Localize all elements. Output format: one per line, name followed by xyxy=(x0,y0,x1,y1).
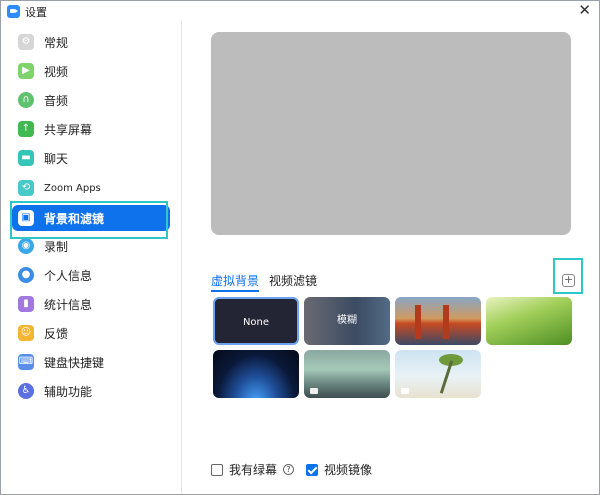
zoom-app-icon xyxy=(7,5,20,18)
settings-window: 设置 ✕ ⚙ 常规 ▶ 视频 ∩ 音频 ↑ 共享屏幕 ▬ 聊天 ⟲ Zoom A… xyxy=(0,0,600,495)
sidebar-item-share-screen[interactable]: ↑ 共享屏幕 xyxy=(12,116,170,142)
chat-icon: ▬ xyxy=(18,150,34,166)
background-beach[interactable] xyxy=(395,350,481,398)
background-bridge[interactable] xyxy=(395,297,481,345)
headphones-icon: ∩ xyxy=(18,92,34,108)
background-earth-space[interactable] xyxy=(213,350,299,398)
sidebar-item-label: 反馈 xyxy=(44,326,69,341)
sidebar-item-label: 音频 xyxy=(44,93,69,108)
keyboard-icon: ⌨ xyxy=(18,354,34,370)
sidebar-item-label: 视频 xyxy=(44,64,69,79)
tab-bar: 虚拟背景 视频滤镜 xyxy=(211,272,327,292)
sidebar-item-statistics[interactable]: ▮ 统计信息 xyxy=(12,291,170,317)
sidebar-item-accessibility[interactable]: ♿ 辅助功能 xyxy=(12,378,170,404)
background-blur[interactable]: 模糊 xyxy=(304,297,390,345)
video-preview xyxy=(211,32,571,235)
green-screen-label: 我有绿幕 xyxy=(229,463,278,477)
video-camera-icon xyxy=(401,388,409,394)
main-panel: 虚拟背景 视频滤镜 + None 模糊 我有绿幕 ? 视频镜像 xyxy=(183,21,599,494)
video-icon: ▶ xyxy=(18,63,34,79)
tab-video-filters[interactable]: 视频滤镜 xyxy=(269,272,317,292)
sidebar-item-label: Zoom Apps xyxy=(44,182,101,194)
share-screen-icon: ↑ xyxy=(18,121,34,137)
sidebar-item-label: 录制 xyxy=(44,239,69,254)
video-camera-icon xyxy=(310,388,318,394)
profile-icon: ● xyxy=(18,267,34,283)
add-background-button[interactable]: + xyxy=(562,274,575,287)
sidebar-item-background[interactable]: ▣ 背景和滤镜 xyxy=(12,205,170,231)
title-bar: 设置 ✕ xyxy=(1,1,599,21)
sidebar-item-label: 统计信息 xyxy=(44,297,93,312)
gear-icon: ⚙ xyxy=(18,34,34,50)
sidebar-item-general[interactable]: ⚙ 常规 xyxy=(12,29,170,55)
sidebar-item-record[interactable]: ◉ 录制 xyxy=(12,233,170,259)
sidebar-item-profile[interactable]: ● 个人信息 xyxy=(12,262,170,288)
background-none[interactable]: None xyxy=(213,297,299,345)
statistics-icon: ▮ xyxy=(18,296,34,312)
background-icon: ▣ xyxy=(18,210,34,226)
feedback-icon: ☺ xyxy=(18,325,34,341)
sidebar-item-feedback[interactable]: ☺ 反馈 xyxy=(12,320,170,346)
sidebar-item-label: 共享屏幕 xyxy=(44,122,93,137)
sidebar: ⚙ 常规 ▶ 视频 ∩ 音频 ↑ 共享屏幕 ▬ 聊天 ⟲ Zoom Apps ▣… xyxy=(2,21,182,494)
sidebar-item-zoom-apps[interactable]: ⟲ Zoom Apps xyxy=(12,175,170,201)
background-aurora[interactable] xyxy=(304,350,390,398)
background-options: 我有绿幕 ? 视频镜像 xyxy=(211,461,378,478)
window-title: 设置 xyxy=(25,6,47,19)
zoom-apps-icon: ⟲ xyxy=(18,180,34,196)
mirror-video-checkbox[interactable] xyxy=(306,463,319,476)
tab-virtual-background[interactable]: 虚拟背景 xyxy=(211,272,260,292)
record-icon: ◉ xyxy=(18,238,34,254)
help-icon[interactable]: ? xyxy=(283,464,295,475)
background-grass[interactable] xyxy=(486,297,572,345)
sidebar-item-label: 键盘快捷键 xyxy=(44,355,105,370)
accessibility-icon: ♿ xyxy=(18,383,34,399)
sidebar-item-label: 聊天 xyxy=(44,151,69,166)
sidebar-item-label: 常规 xyxy=(44,35,69,50)
sidebar-item-video[interactable]: ▶ 视频 xyxy=(12,58,170,84)
background-caption: 模糊 xyxy=(337,315,357,326)
sidebar-item-audio[interactable]: ∩ 音频 xyxy=(12,87,170,113)
add-highlight-box: + xyxy=(553,258,583,294)
sidebar-item-chat[interactable]: ▬ 聊天 xyxy=(12,145,170,171)
sidebar-item-label: 背景和滤镜 xyxy=(44,211,105,226)
sidebar-item-label: 个人信息 xyxy=(44,268,93,283)
green-screen-checkbox[interactable] xyxy=(211,463,223,476)
sidebar-item-keyboard-shortcuts[interactable]: ⌨ 键盘快捷键 xyxy=(12,349,170,375)
close-button[interactable]: ✕ xyxy=(578,2,591,18)
mirror-video-label: 视频镜像 xyxy=(324,463,373,477)
background-caption: None xyxy=(242,317,270,328)
sidebar-item-label: 辅助功能 xyxy=(44,384,93,399)
